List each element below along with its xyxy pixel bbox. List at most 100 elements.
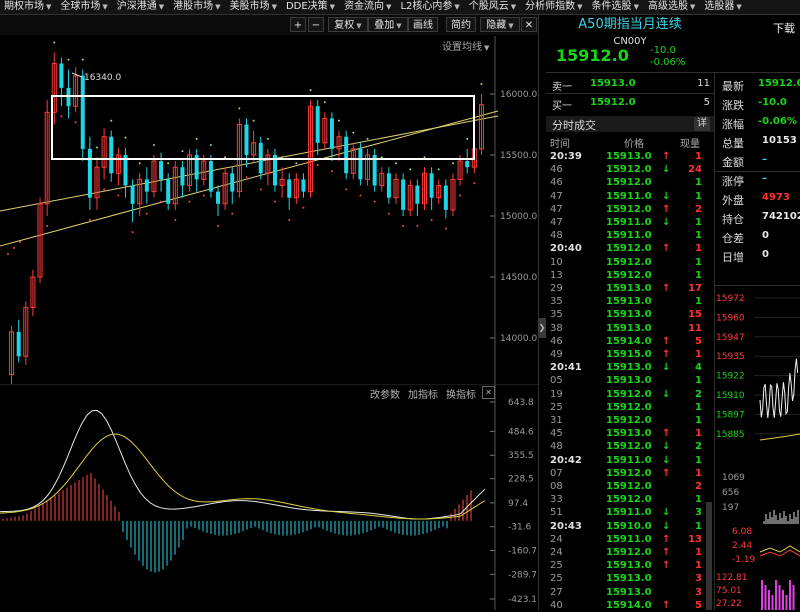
sar-dot bbox=[345, 188, 348, 191]
candlestick-chart[interactable]: 16000.015500.015000.014500.014000.013500… bbox=[0, 36, 538, 384]
bid-price: 15912.0 bbox=[590, 97, 636, 108]
tick-time: 47 bbox=[550, 190, 563, 202]
y-tick-label: -423.1 bbox=[508, 595, 537, 605]
menu-item-10[interactable]: 条件选股 ▼ bbox=[588, 0, 644, 14]
ticks-header: 分时成交 详 bbox=[546, 116, 714, 132]
candle-body bbox=[401, 179, 406, 210]
hide-button[interactable]: 隐藏 ▼ bbox=[480, 17, 520, 32]
tick-price: 15912.0 bbox=[606, 256, 652, 268]
high-price-label: 16340.0 bbox=[84, 73, 121, 83]
y-tick-label: 14500.0 bbox=[500, 273, 537, 283]
tick-row: 20:42 15911.0 ↓ 1 bbox=[546, 454, 714, 467]
scrollbar[interactable] bbox=[706, 502, 712, 610]
change-value: -10.0 bbox=[650, 45, 676, 56]
candle-body bbox=[429, 173, 434, 198]
tick-volume: 11 bbox=[688, 322, 702, 334]
zoom-in-button[interactable]: + bbox=[290, 17, 306, 32]
collapse-handle[interactable]: ❯ bbox=[538, 318, 546, 338]
tick-volume: 17 bbox=[688, 283, 702, 294]
chevron-down-icon: ▼ bbox=[689, 3, 696, 11]
menu-label: 期权市场 bbox=[4, 1, 44, 12]
sar-dot bbox=[152, 144, 155, 146]
tick-time: 24 bbox=[550, 533, 563, 545]
tick-row: 33 15912.0 1 bbox=[546, 493, 714, 506]
intraday-mini-chart[interactable]: 15972 15960 15947 15935 15922 15910 15897 15885… bbox=[714, 290, 800, 610]
tick-time: 47 bbox=[550, 203, 563, 215]
instrument-title: A50期指当月连续 bbox=[578, 17, 682, 32]
sar-dot bbox=[7, 253, 9, 255]
menu-item-5[interactable]: DDE决策 ▼ bbox=[282, 0, 340, 14]
menu-item-0[interactable]: 期权市场 ▼ bbox=[0, 0, 56, 14]
menu-item-9[interactable]: 分析师指数 ▼ bbox=[521, 0, 587, 14]
y-tick-label: 14000.0 bbox=[500, 334, 537, 344]
menu-item-12[interactable]: 选股器 ▼ bbox=[700, 0, 746, 14]
simple-mode-button[interactable]: 简约 bbox=[446, 17, 476, 32]
sar-dot bbox=[288, 218, 291, 221]
tick-volume: 1 bbox=[695, 401, 702, 413]
arrow-down-icon: ↓ bbox=[662, 507, 671, 519]
tick-row: 07 15912.0 ↑ 1 bbox=[546, 467, 714, 480]
tick-row: 45 15913.0 ↑ 1 bbox=[546, 427, 714, 440]
tick-row: 25 15913.0 3 bbox=[546, 572, 714, 585]
chevron-down-icon: ▼ bbox=[577, 3, 583, 11]
sar-dot bbox=[60, 115, 63, 118]
chevron-down-icon: ▼ bbox=[510, 3, 517, 11]
arrow-up-icon: ↑ bbox=[662, 560, 671, 572]
menu-item-1[interactable]: 全球市场 ▼ bbox=[56, 0, 112, 14]
tick-volume: 3 bbox=[695, 573, 702, 585]
sar-dot bbox=[195, 137, 198, 140]
candle-body bbox=[465, 161, 470, 168]
menu-item-6[interactable]: 资金流向 ▼ bbox=[340, 0, 396, 14]
close-icon[interactable]: ✕ bbox=[521, 17, 537, 32]
add-indicator-button[interactable]: 加指标 bbox=[408, 386, 438, 401]
details-button[interactable]: 详 bbox=[694, 117, 710, 131]
menu-item-7[interactable]: L2核心内参 ▼ bbox=[396, 0, 464, 14]
draw-line-button[interactable]: 画线 bbox=[408, 17, 438, 32]
tick-volume: 4 bbox=[695, 362, 702, 374]
change-percent: -0.06% bbox=[650, 57, 686, 68]
divider bbox=[714, 285, 800, 286]
stat-value: 0 bbox=[762, 249, 769, 260]
candle-body bbox=[159, 161, 164, 180]
tick-time: 20:40 bbox=[550, 243, 582, 255]
tick-price: 15912.0 bbox=[606, 415, 652, 426]
tick-row: 13 15912.0 1 bbox=[546, 269, 714, 282]
menu-item-4[interactable]: 美股市场 ▼ bbox=[226, 0, 282, 14]
tick-price: 15913.0 bbox=[606, 362, 652, 374]
stat-value: – bbox=[762, 173, 767, 184]
switch-indicator-button[interactable]: 换指标 bbox=[446, 386, 476, 401]
mini-sub-label: 2.44 bbox=[732, 541, 752, 551]
mini-sub-label: -1.19 bbox=[732, 555, 756, 565]
fuquan-button[interactable]: 复权 ▼ bbox=[328, 17, 368, 32]
tick-volume: 1 bbox=[695, 467, 702, 479]
tick-time: 31 bbox=[550, 415, 563, 426]
tick-price: 15911.0 bbox=[606, 454, 652, 466]
candle-body bbox=[166, 179, 171, 204]
stat-value: 10153 bbox=[762, 135, 797, 146]
download-link[interactable]: 下载 bbox=[773, 20, 795, 36]
overlay-button[interactable]: 叠加 ▼ bbox=[368, 17, 408, 32]
arrow-down-icon: ↓ bbox=[662, 190, 671, 202]
sar-dot bbox=[74, 121, 77, 124]
stat-label: 金额 bbox=[722, 156, 744, 169]
zoom-out-button[interactable]: − bbox=[308, 17, 324, 32]
ask-volume: 11 bbox=[697, 78, 710, 89]
top-menu-bar: 期权市场 ▼ 全球市场 ▼ 沪深港通 ▼ 港股市场 ▼ 美股市场 ▼ DDE决策 ▼ 资金流向 ▼ L2核心… bbox=[0, 0, 800, 15]
macd-chart[interactable]: 643.8 484.6 355.5 228.5 97.4 -31.6 -160.7 -289.… bbox=[0, 384, 538, 610]
edit-params-button[interactable]: 改参数 bbox=[370, 386, 400, 401]
tick-row: 20:39 15913.0 ↑ 1 bbox=[546, 150, 714, 163]
close-icon[interactable]: ✕ bbox=[482, 386, 495, 399]
tick-price: 15913.0 bbox=[606, 296, 652, 308]
menu-item-3[interactable]: 港股市场 ▼ bbox=[169, 0, 225, 14]
tick-row: 27 15913.0 3 bbox=[546, 586, 714, 599]
menu-item-8[interactable]: 个股风云 ▼ bbox=[465, 0, 521, 14]
tick-price: 15912.0 bbox=[606, 467, 652, 479]
menu-item-11[interactable]: 高级选股 ▼ bbox=[644, 0, 700, 14]
tick-row: 35 15913.0 15 bbox=[546, 308, 714, 321]
menu-item-2[interactable]: 沪深港通 ▼ bbox=[113, 0, 169, 14]
menu-label: 条件选股 bbox=[591, 1, 632, 12]
chevron-down-icon: ▼ bbox=[736, 3, 742, 11]
sar-dot bbox=[281, 156, 284, 159]
sar-dot bbox=[444, 227, 447, 230]
highlight-box bbox=[51, 95, 475, 160]
